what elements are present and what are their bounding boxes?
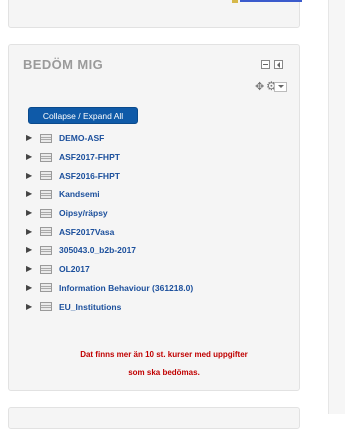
list-item[interactable]: ▶ Kandsemi <box>26 185 296 204</box>
list-item[interactable]: ▶ ASF2017-FHPT <box>26 148 296 167</box>
dock-arrow-icon[interactable] <box>274 60 283 69</box>
course-table-icon <box>40 171 52 181</box>
notice-text: Dat finns mer än 10 st. kurser med uppgi… <box>29 346 299 382</box>
chevron-down-icon[interactable] <box>274 82 287 92</box>
list-item[interactable]: ▶ EU_Institutions <box>26 297 296 316</box>
course-table-icon <box>40 208 52 218</box>
expand-arrow-icon[interactable]: ▶ <box>26 134 38 142</box>
expand-arrow-icon[interactable]: ▶ <box>26 153 38 161</box>
list-item[interactable]: ▶ Information Behaviour (361218.0) <box>26 279 296 298</box>
bedom-mig-block: BEDÖM MIG ✥ ⚙ Collapse / Expand All ▶ DEM… <box>8 44 300 391</box>
notice-line-1: Dat finns mer än 10 st. kurser med uppgi… <box>80 350 248 359</box>
course-link[interactable]: ASF2016-FHPT <box>59 171 120 181</box>
course-table-icon <box>40 152 52 162</box>
course-table-icon <box>40 283 52 293</box>
list-item[interactable]: ▶ OL2017 <box>26 260 296 279</box>
expand-arrow-icon[interactable]: ▶ <box>26 190 38 198</box>
course-link[interactable]: ASF2017-FHPT <box>59 152 120 162</box>
course-table-icon <box>40 133 52 143</box>
course-table-icon <box>40 227 52 237</box>
notice-line-2: som ska bedömas. <box>128 368 200 377</box>
course-link[interactable]: Kandsemi <box>59 189 100 199</box>
expand-arrow-icon[interactable]: ▶ <box>26 302 38 311</box>
course-list: ▶ DEMO-ASF ▶ ASF2017-FHPT ▶ ASF2016-FHPT ▶ K… <box>26 129 296 316</box>
expand-arrow-icon[interactable]: ▶ <box>26 265 38 273</box>
list-item[interactable]: ▶ Oipsy/räpsy <box>26 204 296 223</box>
course-link[interactable]: Oipsy/räpsy <box>59 208 108 218</box>
course-link[interactable]: DEMO-ASF <box>59 133 104 143</box>
list-item[interactable]: ▶ ASF2017Vasa <box>26 222 296 241</box>
move-icon[interactable]: ✥ <box>255 82 264 93</box>
small-icon <box>232 0 238 3</box>
course-link[interactable]: Information Behaviour (361218.0) <box>59 283 193 293</box>
course-link[interactable]: ASF2017Vasa <box>59 227 114 237</box>
list-item[interactable]: ▶ 305043.0_b2b-2017 <box>26 241 296 260</box>
course-link[interactable]: 305043.0_b2b-2017 <box>59 245 136 255</box>
course-table-icon <box>40 189 52 199</box>
course-table-icon <box>40 264 52 274</box>
block-title: BEDÖM MIG <box>23 57 104 72</box>
list-item[interactable]: ▶ DEMO-ASF <box>26 129 296 148</box>
previous-block <box>8 0 300 28</box>
course-table-icon <box>40 245 52 255</box>
next-block <box>8 407 300 429</box>
expand-arrow-icon[interactable]: ▶ <box>26 171 38 180</box>
expand-arrow-icon[interactable]: ▶ <box>26 246 38 254</box>
right-scroll-strip <box>328 0 345 414</box>
expand-arrow-icon[interactable]: ▶ <box>26 227 38 236</box>
minus-box-icon[interactable] <box>261 60 270 69</box>
course-table-icon <box>40 302 52 312</box>
top-link[interactable] <box>240 0 302 2</box>
collapse-expand-all-button[interactable]: Collapse / Expand All <box>28 107 138 124</box>
list-item[interactable]: ▶ ASF2016-FHPT <box>26 166 296 185</box>
expand-arrow-icon[interactable]: ▶ <box>26 283 38 292</box>
course-link[interactable]: OL2017 <box>59 264 90 274</box>
expand-arrow-icon[interactable]: ▶ <box>26 209 38 217</box>
course-link[interactable]: EU_Institutions <box>59 302 121 312</box>
